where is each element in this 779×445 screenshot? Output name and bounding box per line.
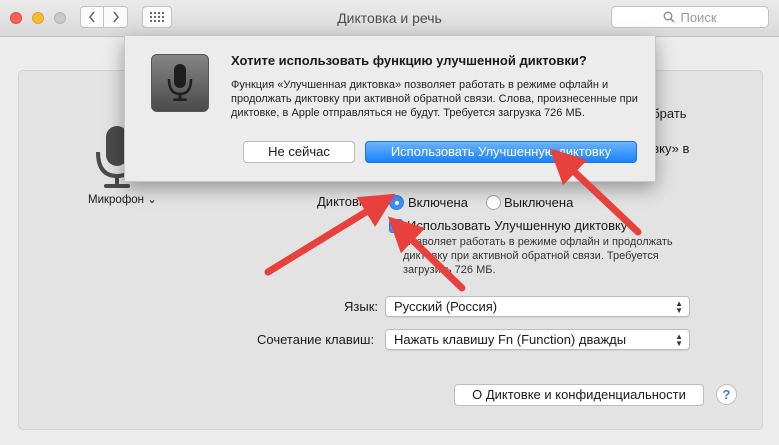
microphone-label: Микрофон (88, 194, 145, 206)
shortcut-label: Сочетание клавиш: (257, 332, 375, 347)
enhanced-dictation-description: Позволяет работать в режиме офлайн и про… (403, 236, 673, 276)
privacy-button[interactable]: О Диктовке и конфиденциальности (454, 384, 704, 406)
shortcut-popup[interactable]: Нажать клавишу Fn (Function) дважды ▲ ▼ (385, 329, 690, 350)
search-field[interactable]: Поиск (611, 6, 769, 28)
language-popup[interactable]: Русский (Россия) ▲ ▼ (385, 296, 690, 317)
sheet-body: Функция «Улучшенная диктовка» позволяет … (231, 79, 638, 119)
enhanced-dictation-checkbox[interactable] (389, 219, 403, 233)
shortcut-value: Нажать клавишу Fn (Function) дважды (394, 332, 627, 347)
dictation-on-label: Включена (408, 195, 468, 210)
updown-chevron-icon: ▲ ▼ (675, 299, 683, 315)
use-enhanced-dictation-button[interactable]: Использовать Улучшенную диктовку (365, 141, 637, 163)
updown-chevron-icon: ▲ ▼ (675, 332, 683, 348)
dictation-label: Диктовка: (317, 194, 376, 209)
dictation-off-label: Выключена (504, 195, 574, 210)
dictation-on-radio[interactable] (389, 195, 404, 210)
microphone-menu[interactable]: Микрофон ⌄ (88, 192, 157, 206)
chevron-down-icon: ⌄ (147, 194, 157, 206)
sheet-title: Хотите использовать функцию улучшенной д… (231, 53, 587, 68)
search-icon (664, 11, 676, 23)
language-label: Язык: (344, 299, 378, 314)
enhanced-dictation-sheet: Хотите использовать функцию улучшенной д… (124, 36, 656, 182)
language-value: Русский (Россия) (394, 299, 498, 314)
title-bar: Диктовка и речь Поиск (0, 0, 779, 37)
dictation-off-radio[interactable] (486, 195, 501, 210)
not-now-button[interactable]: Не сейчас (243, 141, 355, 163)
checkmark-icon (391, 221, 401, 231)
dictation-app-icon (151, 54, 209, 112)
search-placeholder: Поиск (680, 9, 717, 25)
enhanced-dictation-label: Использовать Улучшенную диктовку (407, 218, 628, 233)
help-button[interactable]: ? (716, 384, 737, 405)
microphone-icon (167, 64, 193, 101)
